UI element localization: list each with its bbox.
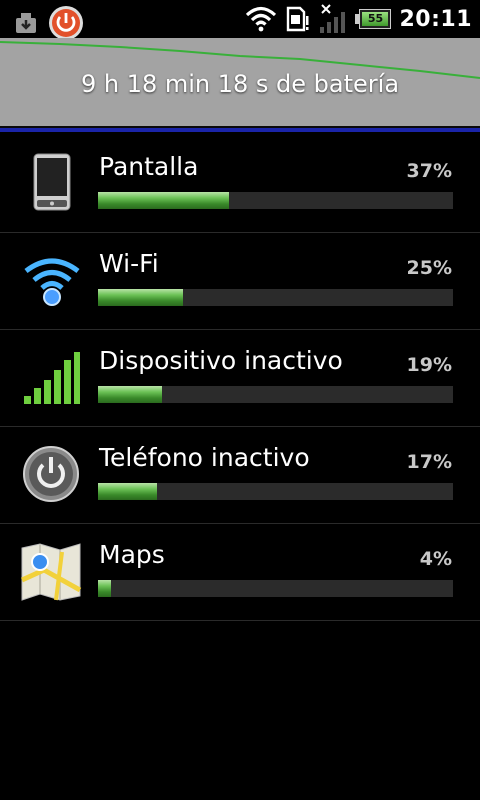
list-item[interactable]: Teléfono inactivo 17% bbox=[0, 427, 480, 524]
header-divider bbox=[0, 126, 480, 134]
item-percent: 25% bbox=[406, 257, 452, 279]
notification-icons bbox=[14, 5, 84, 41]
wifi-icon bbox=[24, 258, 80, 306]
power-button-icon bbox=[23, 446, 79, 502]
status-bar: 55 20:11 bbox=[0, 0, 480, 41]
sd-card-icon bbox=[287, 6, 309, 32]
item-label: Wi-Fi bbox=[99, 249, 159, 278]
list-item[interactable]: Maps 4% bbox=[0, 524, 480, 621]
no-signal-icon bbox=[320, 4, 346, 33]
download-icon bbox=[16, 13, 36, 33]
battery-time-label: 9 h 18 min 18 s de batería bbox=[80, 70, 400, 98]
signal-bars-icon bbox=[24, 352, 80, 404]
list-item[interactable]: Pantalla 37% bbox=[0, 136, 480, 233]
clock: 20:11 bbox=[399, 6, 472, 32]
item-label: Maps bbox=[99, 540, 165, 569]
item-label: Teléfono inactivo bbox=[99, 443, 310, 472]
usage-bar-fill bbox=[98, 289, 184, 306]
item-percent: 19% bbox=[406, 354, 452, 376]
system-icons: 55 20:11 bbox=[245, 0, 472, 38]
phone-screen-icon bbox=[33, 153, 71, 211]
item-label: Dispositivo inactivo bbox=[99, 346, 343, 375]
usage-bar bbox=[98, 580, 453, 597]
usage-bar bbox=[98, 386, 453, 403]
item-percent: 4% bbox=[419, 548, 452, 570]
battery-icon: 55 bbox=[355, 9, 392, 29]
list-item[interactable]: Dispositivo inactivo 19% bbox=[0, 330, 480, 427]
maps-icon bbox=[20, 543, 82, 601]
battery-usage-list: Pantalla 37% Wi-Fi 25% Dispositivo inact… bbox=[0, 136, 480, 621]
battery-history-graph[interactable]: 9 h 18 min 18 s de batería bbox=[0, 38, 480, 126]
usage-bar bbox=[98, 289, 453, 306]
item-percent: 17% bbox=[406, 451, 452, 473]
usage-bar-fill bbox=[98, 192, 230, 209]
usage-bar-fill bbox=[98, 580, 112, 597]
usage-bar-fill bbox=[98, 483, 157, 500]
list-item[interactable]: Wi-Fi 25% bbox=[0, 233, 480, 330]
power-app-icon bbox=[49, 6, 83, 40]
wifi-icon bbox=[246, 6, 277, 32]
item-label: Pantalla bbox=[99, 152, 199, 181]
battery-level: 55 bbox=[367, 12, 384, 25]
usage-bar-fill bbox=[98, 386, 162, 403]
usage-bar bbox=[98, 192, 453, 209]
item-percent: 37% bbox=[406, 160, 452, 182]
usage-bar bbox=[98, 483, 453, 500]
